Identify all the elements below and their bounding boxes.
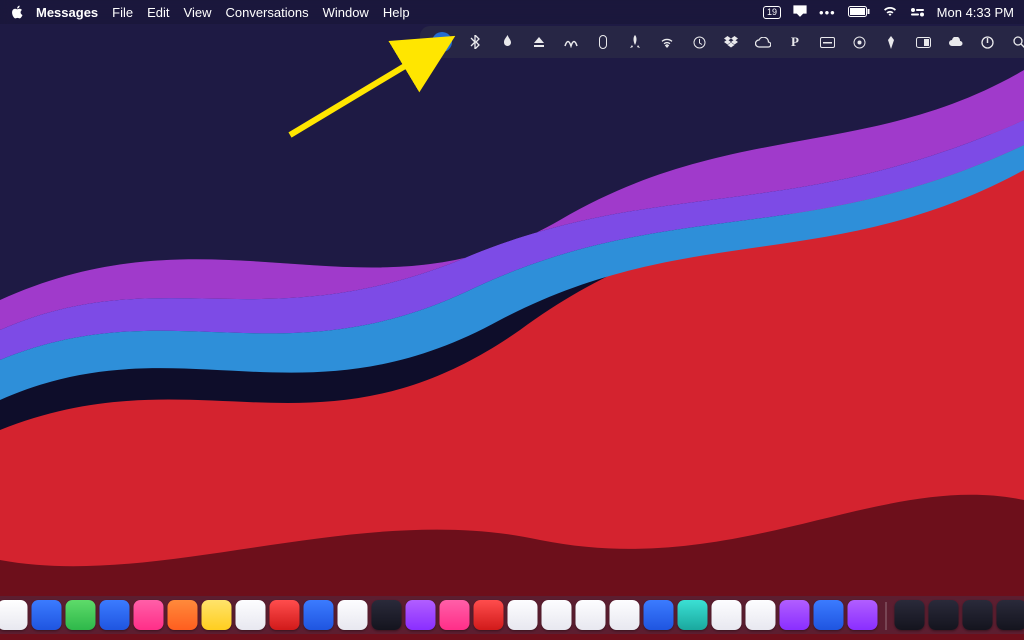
- dock-app[interactable]: [610, 600, 640, 630]
- search-icon[interactable]: [1010, 33, 1024, 51]
- target-icon[interactable]: [850, 33, 868, 51]
- wallpaper: [0, 0, 1024, 640]
- dock-separator: [886, 602, 887, 630]
- calendar-badge[interactable]: 19: [763, 6, 781, 19]
- flame-icon[interactable]: [498, 33, 516, 51]
- menu-conversations[interactable]: Conversations: [225, 5, 308, 20]
- dock-app[interactable]: [542, 600, 572, 630]
- power-icon[interactable]: [978, 33, 996, 51]
- clock-icon[interactable]: [690, 33, 708, 51]
- bluetooth-icon[interactable]: [466, 33, 484, 51]
- dock-app[interactable]: [270, 600, 300, 630]
- dock-app[interactable]: [474, 600, 504, 630]
- dock-app[interactable]: [780, 600, 810, 630]
- apple-menu-icon[interactable]: [10, 5, 24, 19]
- dock-app[interactable]: [134, 600, 164, 630]
- dock-app[interactable]: [236, 600, 266, 630]
- mouse-icon[interactable]: [594, 33, 612, 51]
- menu-view[interactable]: View: [184, 5, 212, 20]
- dock-app[interactable]: [168, 600, 198, 630]
- dock-recent[interactable]: [895, 600, 925, 630]
- dock-app[interactable]: [848, 600, 878, 630]
- dock-app[interactable]: [644, 600, 674, 630]
- control-center-icon[interactable]: [910, 5, 925, 20]
- dock: [0, 596, 1024, 634]
- menu-help[interactable]: Help: [383, 5, 410, 20]
- dock-app[interactable]: [508, 600, 538, 630]
- wifi-signal-icon[interactable]: [658, 33, 676, 51]
- dock-app[interactable]: [712, 600, 742, 630]
- battery-icon[interactable]: [848, 5, 870, 20]
- dock-recent[interactable]: [963, 600, 993, 630]
- p-icon[interactable]: P: [786, 33, 804, 51]
- creative-cloud-icon[interactable]: [754, 33, 772, 51]
- dock-app[interactable]: [338, 600, 368, 630]
- dock-mail[interactable]: [0, 600, 28, 630]
- menubar-status-area: 19 ••• Mon 4:33 PM: [763, 5, 1014, 20]
- dock-app[interactable]: [406, 600, 436, 630]
- dock-app[interactable]: [32, 600, 62, 630]
- dock-app[interactable]: [372, 600, 402, 630]
- dock-app[interactable]: [202, 600, 232, 630]
- dock-app[interactable]: [814, 600, 844, 630]
- dropbox-icon[interactable]: [722, 33, 740, 51]
- swirl-icon[interactable]: [562, 33, 580, 51]
- menu-edit[interactable]: Edit: [147, 5, 169, 20]
- menubar-clock[interactable]: Mon 4:33 PM: [937, 5, 1014, 20]
- screen-icon[interactable]: [914, 33, 932, 51]
- dock-app[interactable]: [66, 600, 96, 630]
- dock-app[interactable]: [576, 600, 606, 630]
- launch-icon[interactable]: [882, 33, 900, 51]
- menu-window[interactable]: Window: [323, 5, 369, 20]
- dock-recent[interactable]: [997, 600, 1024, 630]
- rocket-icon[interactable]: [626, 33, 644, 51]
- menubar: Messages File Edit View Conversations Wi…: [0, 0, 1024, 24]
- card-icon[interactable]: [818, 33, 836, 51]
- more-icon[interactable]: •••: [819, 5, 836, 20]
- dock-app[interactable]: [304, 600, 334, 630]
- wifi-icon[interactable]: [882, 5, 898, 20]
- dock-app[interactable]: [746, 600, 776, 630]
- eject-icon[interactable]: [530, 33, 548, 51]
- dock-app[interactable]: [440, 600, 470, 630]
- bartender-tray: P: [420, 26, 1024, 58]
- app-name[interactable]: Messages: [36, 5, 98, 20]
- dock-app[interactable]: [100, 600, 130, 630]
- dock-app[interactable]: [678, 600, 708, 630]
- cloud-blob-icon[interactable]: [946, 33, 964, 51]
- menu-file[interactable]: File: [112, 5, 133, 20]
- annotation-arrow: [285, 30, 465, 140]
- dock-recent[interactable]: [929, 600, 959, 630]
- airplay-icon[interactable]: [793, 5, 807, 20]
